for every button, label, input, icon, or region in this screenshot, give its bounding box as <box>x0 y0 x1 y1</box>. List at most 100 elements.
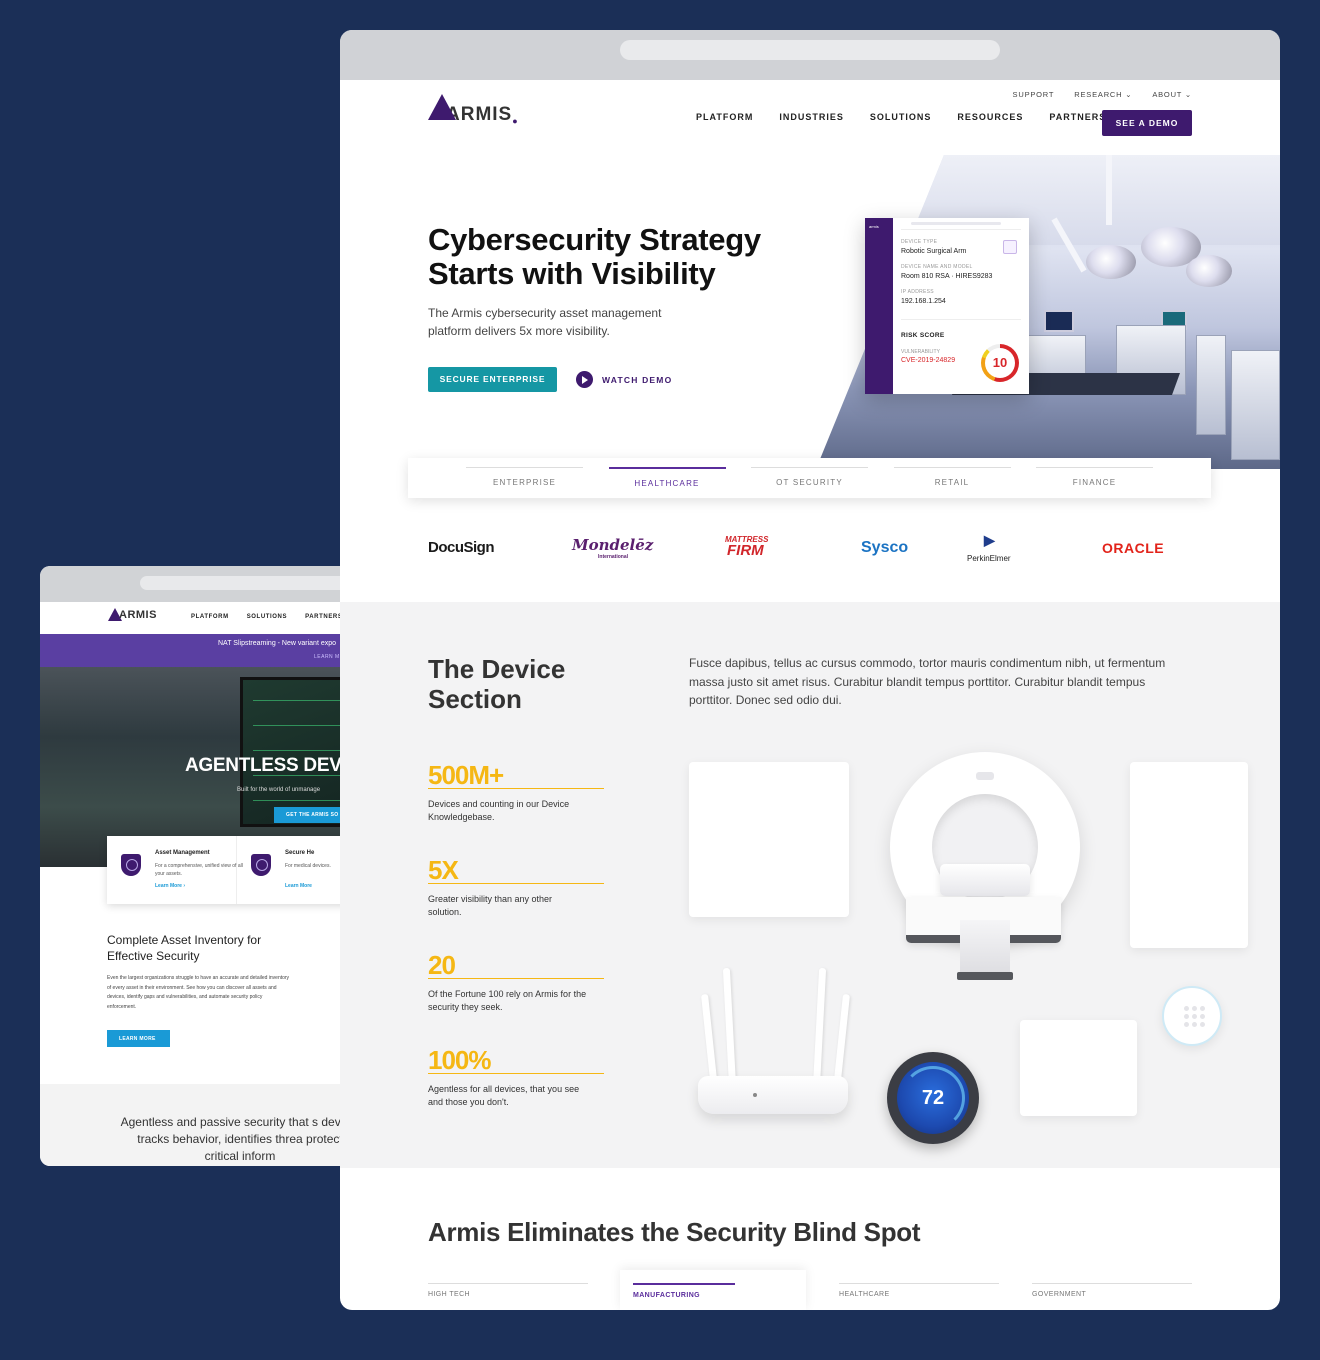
back-nav-solutions[interactable]: SOLUTIONS <box>247 614 287 620</box>
nav-industries[interactable]: INDUSTRIES <box>779 112 844 122</box>
client-logos: DocuSign Mondelēz International MATTRESS… <box>428 530 1192 570</box>
mattress-firm-subtext: FIRM <box>727 542 764 559</box>
card-asset-management[interactable]: Asset Management For a comprehensive, un… <box>107 836 243 904</box>
banner-text: NAT Slipstreaming - New variant expo <box>218 640 337 647</box>
card-desc: For a comprehensive, unified view of all… <box>155 863 243 877</box>
util-about[interactable]: ABOUT ⌄ <box>1152 90 1192 99</box>
ip-label: IP ADDRESS <box>901 289 934 295</box>
card-title: Secure He <box>285 850 315 856</box>
back-footer-text: Agentless and passive security that s de… <box>120 1115 360 1163</box>
device-section-text: Fusce dapibus, tellus ac cursus commodo,… <box>689 656 1166 707</box>
nav-partners[interactable]: PARTNERS <box>1049 112 1106 122</box>
stat-desc: Greater visibility than any other soluti… <box>428 894 553 917</box>
risk-score-value: 10 <box>992 355 1008 370</box>
play-icon <box>576 371 593 388</box>
device-tile <box>1130 762 1248 948</box>
mondelez-subtext: International <box>598 554 629 560</box>
device-tile <box>689 762 849 917</box>
perkinelmer-icon: ▶ <box>984 532 995 548</box>
registered-mark: ● <box>512 116 518 126</box>
browser-chrome <box>340 30 1280 80</box>
stat-fortune: 20 Of the Fortune 100 rely on Armis for … <box>428 952 604 1014</box>
address-bar[interactable] <box>140 576 360 590</box>
stat-desc: Of the Fortune 100 rely on Armis for the… <box>428 989 587 1012</box>
back-hero-subtitle: Built for the world of unmanage <box>237 787 321 793</box>
watch-demo-link[interactable]: WATCH DEMO <box>576 371 672 388</box>
address-bar[interactable] <box>620 40 1000 60</box>
back-nav: ARMIS PLATFORM SOLUTIONS PARTNERS <box>40 602 360 634</box>
hero-title: Cybersecurity Strategy Starts with Visib… <box>428 222 761 291</box>
stat-visibility: 5X Greater visibility than any other sol… <box>428 857 604 919</box>
tab-healthcare-2[interactable]: HEALTHCARE <box>839 1283 999 1298</box>
watch-demo-label: WATCH DEMO <box>602 374 673 385</box>
tab-high-tech[interactable]: HIGH TECH <box>428 1283 588 1298</box>
inventory-title: Complete Asset Inventory for Effective S… <box>107 933 262 963</box>
stat-devices: 500M+ Devices and counting in our Device… <box>428 762 604 824</box>
stat-desc: Agentless for all devices, that you see … <box>428 1084 580 1107</box>
util-support[interactable]: SUPPORT <box>1013 90 1055 99</box>
tab-healthcare[interactable]: HEALTHCARE <box>608 467 726 498</box>
inventory-section: Complete Asset Inventory for Effective S… <box>107 932 307 1047</box>
see-demo-button[interactable]: SEE A DEMO <box>1102 110 1192 136</box>
perkinelmer-logo: PerkinElmer <box>967 554 1011 563</box>
mri-foot <box>957 972 1013 980</box>
card-link[interactable]: Learn More <box>285 883 312 889</box>
ip-value: 192.168.1.254 <box>901 298 946 305</box>
back-hero-title: AGENTLESS DEV <box>185 755 342 776</box>
shield-icon <box>121 854 141 876</box>
learn-more-button[interactable]: LEARN MORE <box>107 1030 170 1047</box>
device-name-label: DEVICE NAME AND MODEL <box>901 264 973 270</box>
nav-resources[interactable]: RESOURCES <box>957 112 1023 122</box>
docusign-logo: DocuSign <box>428 539 495 556</box>
tab-retail[interactable]: RETAIL <box>893 467 1011 498</box>
robotic-arm-icon <box>1003 240 1017 254</box>
back-nav-platform[interactable]: PLATFORM <box>191 614 229 620</box>
secure-enterprise-button[interactable]: SECURE ENTERPRISE <box>428 367 557 392</box>
device-tile <box>1020 1020 1137 1116</box>
inventory-text: Even the largest organizations struggle … <box>107 975 290 1010</box>
logo-text: ARMIS <box>119 609 157 621</box>
nav-platform[interactable]: PLATFORM <box>696 112 753 122</box>
stat-value: 500M+ <box>428 762 604 789</box>
tab-finance[interactable]: FINANCE <box>1036 467 1153 498</box>
device-info-card: armis DEVICE TYPE Robotic Surgical Arm D… <box>865 218 1029 394</box>
oracle-logo: ORACLE <box>1102 540 1165 556</box>
industry-tabs: ENTERPRISE HEALTHCARE OT SECURITY RETAIL… <box>408 458 1211 498</box>
secondary-browser-window: ARMIS PLATFORM SOLUTIONS PARTNERS NAT Sl… <box>40 566 360 1166</box>
risk-score-label: RISK SCORE <box>901 332 945 339</box>
back-footer-section: Agentless and passive security that s de… <box>40 1084 360 1166</box>
device-section: The Device Section Fusce dapibus, tellus… <box>340 602 1280 1168</box>
back-logo[interactable]: ARMIS <box>108 608 157 621</box>
router-antenna <box>812 967 827 1089</box>
tab-government[interactable]: GOVERNMENT <box>1032 1283 1192 1298</box>
tab-manufacturing[interactable]: MANUFACTURING <box>633 1283 735 1299</box>
router-antenna <box>722 967 737 1089</box>
util-research[interactable]: RESEARCH ⌄ <box>1074 90 1132 99</box>
tab-enterprise[interactable]: ENTERPRISE <box>466 467 583 498</box>
eliminates-title: Armis Eliminates the Security Blind Spot <box>428 1217 921 1247</box>
main-nav: PLATFORM INDUSTRIES SOLUTIONS RESOURCES … <box>696 112 1106 122</box>
utility-nav: SUPPORT RESEARCH ⌄ ABOUT ⌄ <box>1013 90 1192 99</box>
stat-value: 100% <box>428 1047 604 1074</box>
banner-link[interactable]: LEARN M <box>314 654 340 660</box>
device-name-value: Room 810 RSA · HIRES9283 <box>901 273 993 280</box>
armis-logo[interactable]: ARMIS ● <box>428 94 518 126</box>
nav-solutions[interactable]: SOLUTIONS <box>870 112 932 122</box>
mri-stem <box>960 920 1010 978</box>
router-icon <box>698 1076 848 1114</box>
keypad-icon <box>1162 986 1222 1046</box>
eliminates-tabs: HIGH TECH MANUFACTURING HEALTHCARE GOVER… <box>428 1270 1192 1310</box>
card-brand: armis <box>869 224 879 229</box>
mri-bed <box>940 864 1030 896</box>
back-nav-partners[interactable]: PARTNERS <box>305 614 342 620</box>
card-title: Asset Management <box>155 850 210 856</box>
shield-icon <box>251 854 271 876</box>
feature-cards: Asset Management For a comprehensive, un… <box>107 836 360 904</box>
device-section-title: The Device Section <box>428 654 566 714</box>
stat-value: 20 <box>428 952 604 979</box>
stat-value: 5X <box>428 857 604 884</box>
thermostat-icon: 72 <box>887 1052 979 1144</box>
card-link[interactable]: Learn More › <box>155 883 185 889</box>
tab-ot-security[interactable]: OT SECURITY <box>751 467 868 498</box>
stat-agentless: 100% Agentless for all devices, that you… <box>428 1047 604 1109</box>
